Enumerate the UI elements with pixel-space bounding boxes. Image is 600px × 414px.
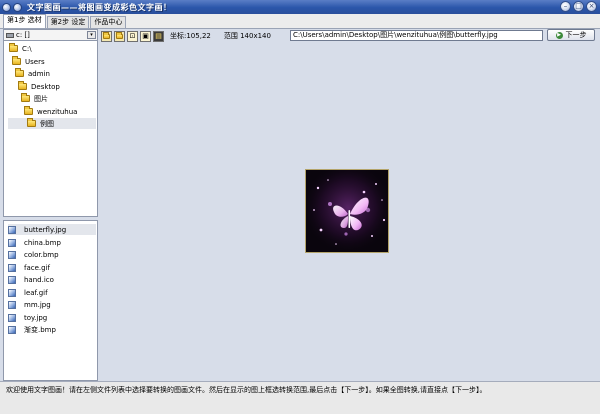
file-item-label: leaf.gif <box>24 288 48 297</box>
crop-button[interactable]: ▤ <box>153 30 164 42</box>
app-icon[interactable] <box>2 2 11 12</box>
folder-icon <box>116 31 123 39</box>
window-title: 文字图画——将图画变成彩色文字画！ <box>27 2 172 12</box>
next-step-label: 下一步 <box>565 31 587 39</box>
file-item-label: toy.jpg <box>24 313 48 322</box>
image-file-icon <box>8 263 16 272</box>
step-tabs: 第1步 选材 第2步 设定 作品中心 <box>0 14 600 29</box>
tree-item-label: Users <box>25 57 45 66</box>
file-item-label: face.gif <box>24 263 50 272</box>
file-item-butterfly[interactable]: butterfly.jpg <box>8 224 96 235</box>
tree-item-label: Desktop <box>31 82 60 91</box>
coordinate-readout: 坐标:105,22 <box>170 32 211 40</box>
arrow-right-icon: ▶ <box>555 31 563 39</box>
drive-selector[interactable]: c: [] ▾ <box>3 29 98 41</box>
image-file-icon <box>8 325 16 334</box>
file-item-color[interactable]: color.bmp <box>8 249 59 260</box>
next-step-button[interactable]: ▶ 下一步 <box>547 29 595 41</box>
file-item-label: butterfly.jpg <box>24 225 67 234</box>
folder-icon <box>18 81 27 90</box>
file-item-label: 渐变.bmp <box>24 325 56 334</box>
left-panel: c: [] ▾ C:\ Users admin Desktop 图片 wenzi… <box>3 29 98 381</box>
file-item-leaf[interactable]: leaf.gif <box>8 287 48 298</box>
status-message: 欢迎使用文字图画！请在左侧文件列表中选择要转换的图画文件。然后在显示的图上框选转… <box>6 386 487 394</box>
open-folder-icon <box>27 118 36 127</box>
image-file-icon <box>8 275 16 284</box>
file-item-face[interactable]: face.gif <box>8 262 50 273</box>
open-folder-button[interactable] <box>101 30 112 42</box>
tree-item-label: C:\ <box>22 44 32 53</box>
folder-icon <box>9 43 18 52</box>
tree-item-wenzituhua[interactable]: wenzituhua <box>24 106 77 117</box>
image-file-icon <box>8 225 16 234</box>
butterfly-image <box>306 170 388 252</box>
folder-button[interactable] <box>114 30 125 42</box>
tree-item-label: 例图 <box>40 119 54 128</box>
image-file-icon <box>8 300 16 309</box>
tree-item-c-drive[interactable]: C:\ <box>9 43 32 54</box>
tree-item-pictures[interactable]: 图片 <box>21 93 48 104</box>
image-file-icon <box>8 288 16 297</box>
title-bar: 文字图画——将图画变成彩色文字画！ – □ × <box>0 0 600 14</box>
file-item-label: china.bmp <box>24 238 61 247</box>
tab-step1-select[interactable]: 第1步 选材 <box>3 14 46 28</box>
drive-label: c: [] <box>16 31 30 39</box>
tree-item-desktop[interactable]: Desktop <box>18 81 60 92</box>
folder-icon <box>24 106 33 115</box>
file-item-mm[interactable]: mm.jpg <box>8 299 51 310</box>
tree-item-examples[interactable]: 例图 <box>8 118 96 129</box>
drive-icon <box>6 32 14 38</box>
tab-step2-settings[interactable]: 第2步 设定 <box>46 16 90 28</box>
image-preview[interactable] <box>305 169 389 253</box>
app-icon-secondary[interactable] <box>13 2 22 12</box>
tree-item-label: admin <box>28 69 50 78</box>
folder-icon <box>12 56 21 65</box>
chevron-down-icon[interactable]: ▾ <box>87 31 96 39</box>
folder-tree: C:\ Users admin Desktop 图片 wenzituhua 例图 <box>3 41 98 217</box>
crop-icon: ▤ <box>155 31 162 40</box>
system-menu[interactable] <box>2 2 22 12</box>
file-item-gradient[interactable]: 渐变.bmp <box>8 324 56 335</box>
file-item-hand[interactable]: hand.ico <box>8 274 54 285</box>
fit-button[interactable]: ⊡ <box>127 30 138 42</box>
restore-button[interactable]: □ <box>573 1 584 12</box>
image-canvas[interactable] <box>99 44 600 381</box>
fit-icon: ⊡ <box>129 31 136 40</box>
range-readout: 范围 140x140 <box>223 32 271 40</box>
minimize-button[interactable]: – <box>560 1 571 12</box>
folder-icon <box>21 93 30 102</box>
image-file-icon <box>8 313 16 322</box>
image-icon: ▣ <box>142 31 149 40</box>
image-file-icon <box>8 250 16 259</box>
file-item-label: mm.jpg <box>24 300 51 309</box>
toolbar: ⊡ ▣ ▤ 坐标:105,22 范围 140x140 C:\Users\admi… <box>99 29 600 43</box>
file-item-label: hand.ico <box>24 275 54 284</box>
file-item-china[interactable]: china.bmp <box>8 237 61 248</box>
file-item-label: color.bmp <box>24 250 59 259</box>
file-list: butterfly.jpg china.bmp color.bmp face.g… <box>3 220 98 381</box>
folder-icon <box>15 68 24 77</box>
tree-item-admin[interactable]: admin <box>15 68 50 79</box>
status-bar: 欢迎使用文字图画！请在左侧文件列表中选择要转换的图画文件。然后在显示的图上框选转… <box>0 381 600 414</box>
file-path-field[interactable]: C:\Users\admin\Desktop\图片\wenzituhua\例图\… <box>290 30 543 41</box>
image-button[interactable]: ▣ <box>140 30 151 42</box>
tree-item-users[interactable]: Users <box>12 56 45 67</box>
file-item-toy[interactable]: toy.jpg <box>8 312 47 323</box>
image-file-icon <box>8 238 16 247</box>
tree-item-label: wenzituhua <box>37 107 78 116</box>
tree-item-label: 图片 <box>34 94 48 103</box>
open-folder-icon <box>103 31 110 39</box>
tab-gallery[interactable]: 作品中心 <box>90 16 127 28</box>
close-button[interactable]: × <box>586 1 597 12</box>
